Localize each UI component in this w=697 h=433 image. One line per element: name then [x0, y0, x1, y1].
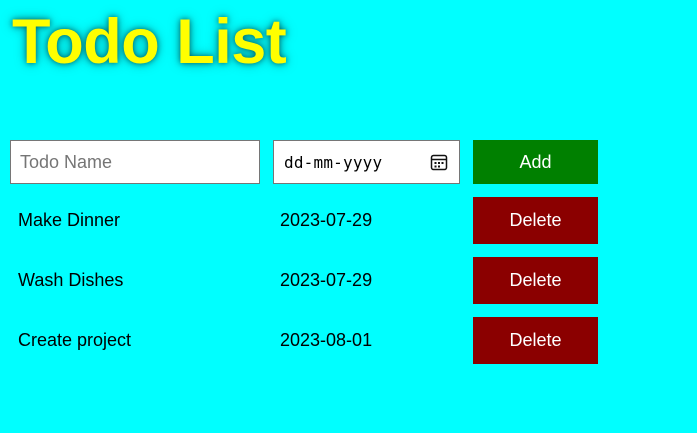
todo-name: Create project [18, 330, 132, 350]
todo-date: 2023-07-29 [280, 210, 373, 230]
add-button[interactable]: Add [473, 140, 598, 184]
todo-name: Make Dinner [18, 210, 121, 230]
delete-button[interactable]: Delete [473, 317, 598, 364]
todo-name-input[interactable] [10, 140, 260, 184]
todo-name: Wash Dishes [18, 270, 124, 290]
todo-grid: dd-mm-yyyy Add Make Dinner 2023-07-29 De… [10, 140, 598, 364]
page-title: Todo List [12, 7, 287, 77]
delete-button[interactable]: Delete [473, 197, 598, 244]
todo-date: 2023-08-01 [280, 330, 373, 350]
todo-date-input[interactable]: dd-mm-yyyy [273, 140, 460, 184]
date-placeholder: dd-mm-yyyy [284, 152, 383, 172]
calendar-icon[interactable] [430, 153, 448, 171]
delete-button[interactable]: Delete [473, 257, 598, 304]
todo-date: 2023-07-29 [280, 270, 373, 290]
